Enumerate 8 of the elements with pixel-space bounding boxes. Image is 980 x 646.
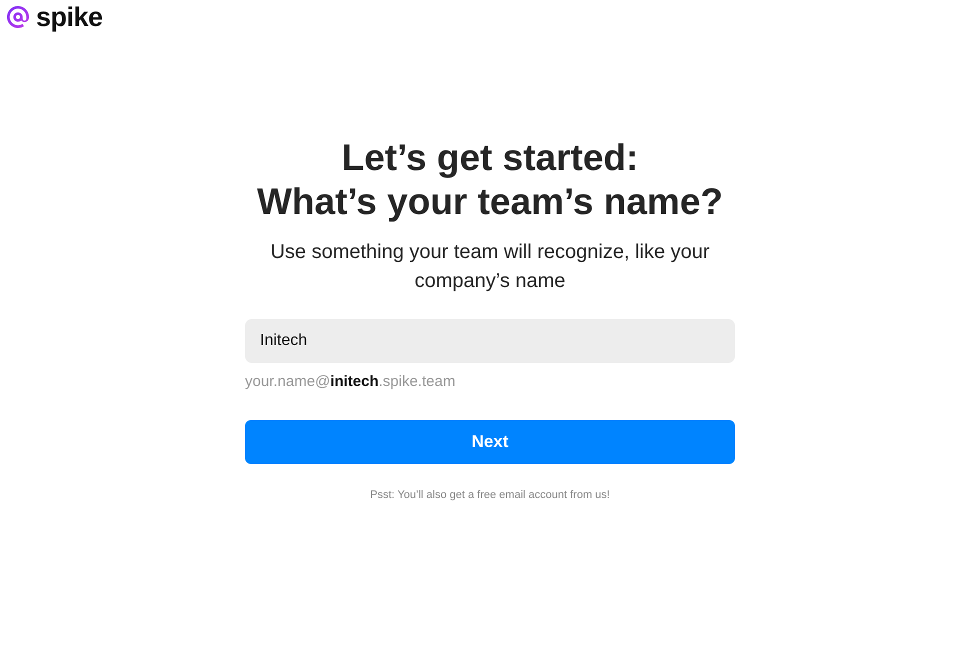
page-title: Let’s get started: What’s your team’s name? (256, 136, 724, 224)
email-address-hint: your.name@initech.spike.team (245, 373, 456, 390)
at-sign-logo-icon (4, 3, 32, 31)
footnote-text: Psst: You’ll also get a free email account from us! (370, 489, 610, 501)
page-subtitle: Use something your team will recognize, like your company’s name (269, 240, 711, 294)
logo-wordmark: spike (36, 2, 103, 32)
next-button[interactable]: Next (245, 420, 735, 464)
team-name-field[interactable]: Initech (245, 319, 735, 363)
